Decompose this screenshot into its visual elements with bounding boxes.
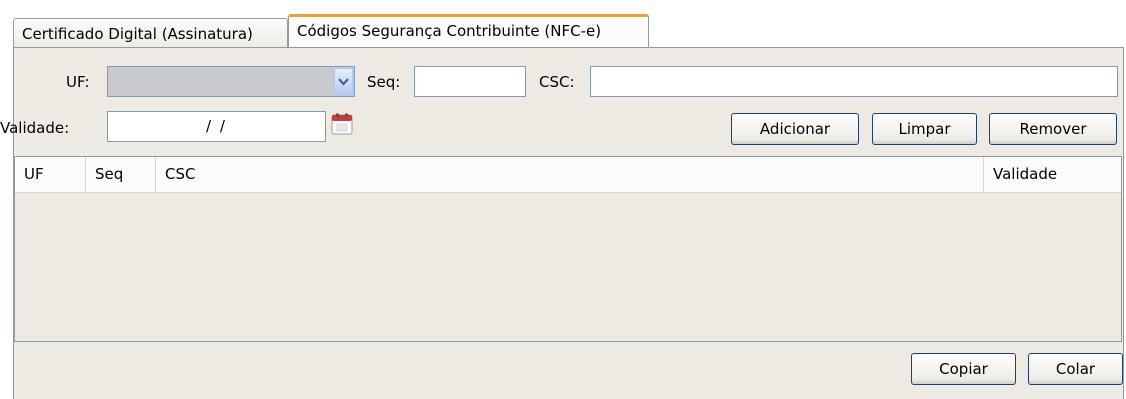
colar-button[interactable]: Colar: [1028, 353, 1123, 385]
table-header: UF Seq CSC Validade: [15, 157, 1121, 193]
column-header-uf[interactable]: UF: [15, 157, 86, 192]
csc-label: CSC:: [539, 73, 575, 91]
column-header-seq[interactable]: Seq: [86, 157, 156, 192]
tab-label: Certificado Digital (Assinatura): [22, 25, 253, 43]
validade-date-input[interactable]: / /: [107, 111, 326, 142]
tab-codigos-seguranca[interactable]: Códigos Segurança Contribuinte (NFC-e): [288, 14, 649, 48]
limpar-button[interactable]: Limpar: [872, 113, 977, 145]
copiar-button[interactable]: Copiar: [911, 353, 1016, 385]
validade-value: / /: [206, 117, 227, 135]
calendar-icon[interactable]: [331, 113, 353, 135]
window: Certificado Digital (Assinatura) Códigos…: [0, 0, 1126, 399]
csc-table: UF Seq CSC Validade: [14, 156, 1122, 342]
adicionar-button[interactable]: Adicionar: [731, 113, 859, 145]
csc-input[interactable]: [590, 66, 1118, 97]
uf-select[interactable]: [107, 66, 355, 97]
column-header-csc[interactable]: CSC: [156, 157, 984, 192]
tab-label: Códigos Segurança Contribuinte (NFC-e): [297, 22, 602, 40]
seq-label: Seq:: [367, 73, 401, 91]
table-body[interactable]: [15, 193, 1121, 341]
uf-label: UF:: [66, 73, 90, 91]
remover-button[interactable]: Remover: [989, 113, 1117, 145]
tab-certificado-digital[interactable]: Certificado Digital (Assinatura): [13, 18, 288, 48]
chevron-down-icon[interactable]: [334, 68, 353, 95]
column-header-validade[interactable]: Validade: [984, 157, 1120, 192]
seq-input[interactable]: [414, 66, 526, 97]
validade-label: Validade:: [0, 119, 70, 137]
